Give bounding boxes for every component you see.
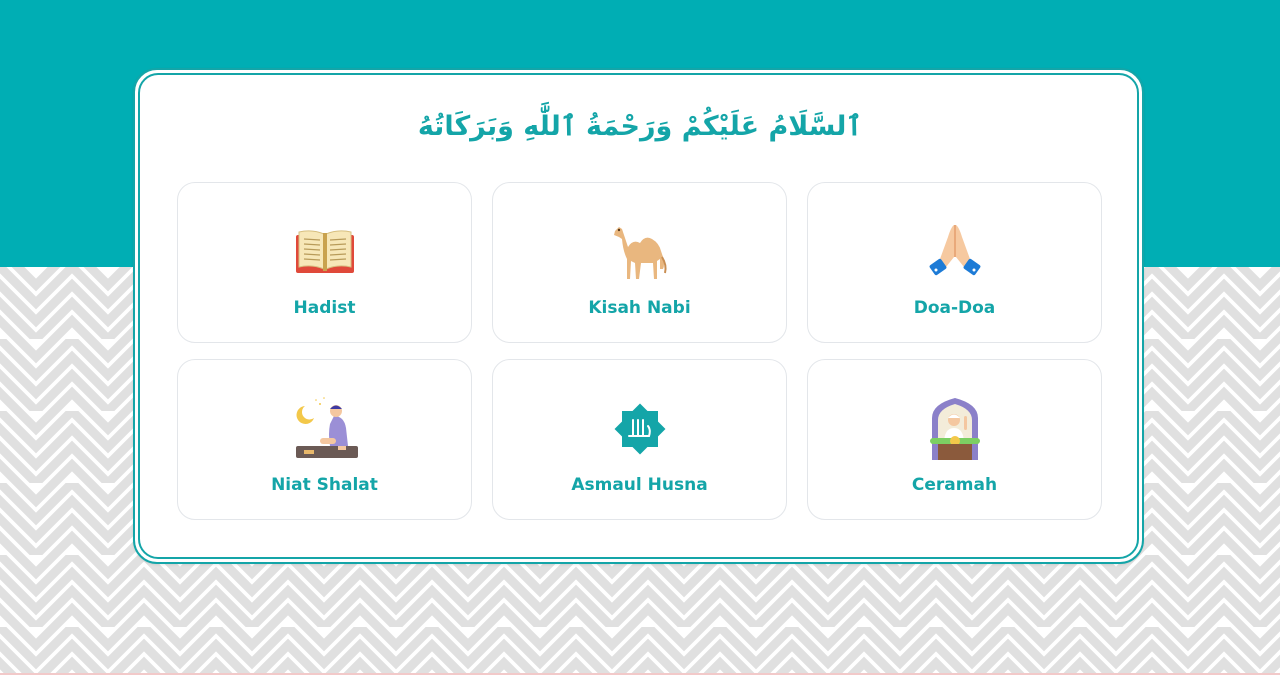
menu-item-niat-shalat[interactable]: Niat Shalat [177,359,472,520]
menu-grid: Hadist Kisah Nabi Doa-Doa Niat Shalat As… [177,182,1102,520]
praying-man-icon [290,394,360,464]
menu-item-asmaul-husna[interactable]: Asmaul Husna [492,359,787,520]
menu-item-hadist[interactable]: Hadist [177,182,472,343]
menu-item-label: Asmaul Husna [571,475,708,495]
menu-item-label: Doa-Doa [913,298,996,318]
menu-item-label: Hadist [293,298,356,318]
praying-hands-icon [920,217,990,287]
camel-icon [605,217,675,287]
menu-item-label: Niat Shalat [271,475,378,495]
menu-item-label: Ceramah [911,475,998,495]
menu-item-kisah-nabi[interactable]: Kisah Nabi [492,182,787,343]
preacher-icon [920,394,990,464]
greeting-title: ٱلسَّلَامُ عَلَيْكُمْ وَرَحْمَةُ ٱللَّٰه… [417,111,863,142]
menu-item-doa-doa[interactable]: Doa-Doa [807,182,1102,343]
allah-star-icon [605,394,675,464]
menu-item-ceramah[interactable]: Ceramah [807,359,1102,520]
open-book-icon [290,217,360,287]
menu-item-label: Kisah Nabi [588,298,691,318]
